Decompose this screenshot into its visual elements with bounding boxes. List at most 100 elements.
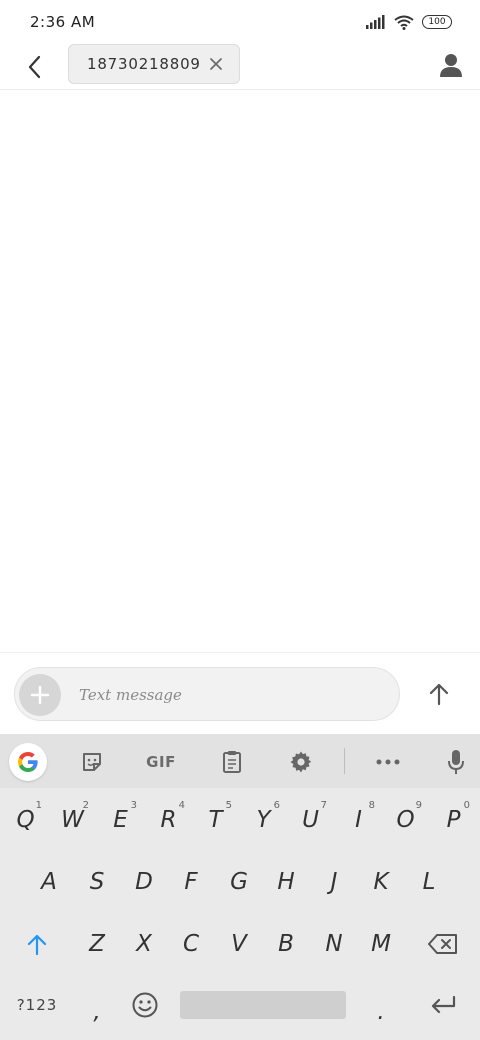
space-bar[interactable] — [180, 991, 346, 1019]
key-b-label: B — [278, 931, 294, 957]
key-z-label: Z — [89, 931, 105, 957]
compose-bar — [14, 667, 400, 721]
message-input[interactable] — [79, 676, 379, 714]
key-o[interactable]: O9 — [383, 792, 428, 848]
compose-divider — [0, 652, 480, 653]
settings-button[interactable] — [283, 742, 319, 782]
key-a[interactable]: A — [26, 854, 72, 910]
emoji-icon — [132, 992, 158, 1018]
key-c-label: C — [182, 931, 200, 957]
symbols-key-label: ?123 — [16, 996, 58, 1014]
status-time: 2:36 AM — [30, 13, 96, 31]
key-y-hint: 6 — [273, 800, 280, 811]
key-j[interactable]: J — [311, 854, 357, 910]
key-n-label: N — [325, 931, 343, 957]
key-f-label: F — [184, 869, 198, 895]
google-button[interactable] — [9, 743, 47, 781]
key-p[interactable]: P0 — [431, 792, 476, 848]
keyboard-toolbar: GIF — [0, 734, 480, 788]
key-g-label: G — [230, 869, 248, 895]
voice-input-button[interactable] — [438, 742, 474, 782]
google-g-icon — [18, 752, 38, 772]
key-y[interactable]: Y6 — [241, 792, 286, 848]
key-e[interactable]: E3 — [98, 792, 143, 848]
backspace-key[interactable] — [412, 916, 474, 972]
key-v[interactable]: V — [216, 916, 262, 972]
key-e-hint: 3 — [130, 800, 137, 811]
status-bar: 2:36 AM 100 — [0, 0, 480, 44]
key-g[interactable]: G — [216, 854, 262, 910]
gear-icon — [290, 751, 312, 773]
key-t-label: T — [208, 807, 223, 833]
remove-recipient-button[interactable] — [207, 55, 225, 73]
comma-key-label: , — [93, 999, 101, 1025]
key-c[interactable]: C — [168, 916, 214, 972]
key-t-hint: 5 — [225, 800, 232, 811]
app-bar: 18730218809 — [0, 44, 480, 90]
key-k-label: K — [373, 869, 389, 895]
clipboard-icon — [223, 751, 241, 773]
key-b[interactable]: B — [263, 916, 309, 972]
wifi-icon — [394, 15, 414, 30]
battery-level: 100 — [428, 17, 446, 27]
key-l[interactable]: L — [406, 854, 452, 910]
recipient-chip[interactable]: 18730218809 — [68, 44, 240, 84]
clipboard-button[interactable] — [214, 742, 250, 782]
key-m[interactable]: M — [358, 916, 404, 972]
period-key[interactable]: . — [358, 977, 404, 1033]
key-p-label: P — [446, 807, 461, 833]
key-v-label: V — [231, 931, 247, 957]
key-h-label: H — [277, 869, 295, 895]
key-z[interactable]: Z — [74, 916, 120, 972]
key-i[interactable]: I8 — [336, 792, 381, 848]
plus-icon — [30, 685, 50, 705]
key-w[interactable]: W2 — [50, 792, 95, 848]
key-x-label: X — [136, 931, 152, 957]
symbols-key[interactable]: ?123 — [6, 977, 68, 1033]
key-i-label: I — [355, 807, 362, 833]
enter-arrow-icon — [431, 996, 456, 1014]
key-k[interactable]: K — [358, 854, 404, 910]
key-w-hint: 2 — [82, 800, 89, 811]
key-s[interactable]: S — [74, 854, 120, 910]
back-button[interactable] — [18, 50, 50, 84]
recipient-number: 18730218809 — [87, 55, 201, 73]
key-m-label: M — [371, 931, 391, 957]
person-icon — [440, 54, 462, 77]
status-icons: 100 — [366, 15, 452, 30]
back-arrow-icon — [28, 55, 41, 79]
send-button[interactable] — [420, 676, 458, 712]
key-x[interactable]: X — [121, 916, 167, 972]
contact-button[interactable] — [436, 48, 466, 82]
key-a-label: A — [41, 869, 57, 895]
key-j-label: J — [330, 869, 338, 895]
send-arrow-icon — [429, 683, 449, 705]
sticker-button[interactable] — [74, 742, 110, 782]
key-u-hint: 7 — [320, 800, 327, 811]
key-u[interactable]: U7 — [288, 792, 333, 848]
enter-key[interactable] — [412, 977, 474, 1033]
key-y-label: Y — [256, 807, 271, 833]
key-p-hint: 0 — [463, 800, 470, 811]
key-q-label: Q — [16, 807, 35, 833]
shift-key[interactable] — [6, 916, 68, 972]
key-l-label: L — [422, 869, 436, 895]
key-d[interactable]: D — [121, 854, 167, 910]
gif-button[interactable]: GIF — [140, 742, 182, 782]
attach-button[interactable] — [19, 674, 61, 716]
emoji-key[interactable] — [122, 977, 168, 1033]
key-w-label: W — [61, 807, 84, 833]
key-e-label: E — [113, 807, 128, 833]
comma-key[interactable]: , — [74, 977, 120, 1033]
key-h[interactable]: H — [263, 854, 309, 910]
key-t[interactable]: T5 — [193, 792, 238, 848]
key-q[interactable]: Q1 — [3, 792, 48, 848]
key-r[interactable]: R4 — [146, 792, 191, 848]
key-n[interactable]: N — [311, 916, 357, 972]
backspace-icon — [428, 934, 457, 954]
key-r-label: R — [160, 807, 177, 833]
toolbar-separator — [344, 748, 345, 774]
more-button[interactable] — [370, 742, 406, 782]
shift-arrow-icon — [27, 934, 47, 955]
key-f[interactable]: F — [168, 854, 214, 910]
